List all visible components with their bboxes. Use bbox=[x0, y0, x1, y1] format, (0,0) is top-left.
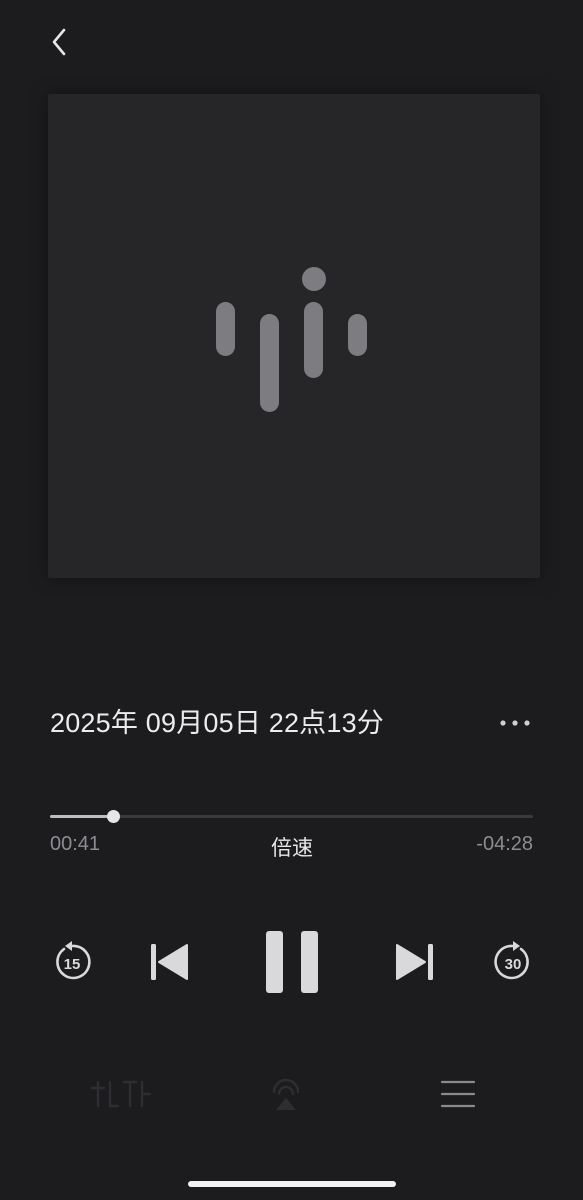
skip-forward-30-icon: 30 bbox=[494, 941, 529, 980]
skip-next-icon bbox=[396, 944, 433, 980]
svg-text:15: 15 bbox=[64, 956, 81, 973]
playback-speed-button[interactable]: 倍速 bbox=[242, 832, 342, 862]
skip-forward-button[interactable]: 30 bbox=[490, 939, 536, 985]
queue-list-icon bbox=[440, 1080, 476, 1108]
more-options-button[interactable] bbox=[495, 706, 535, 740]
podcast-waveform-icon bbox=[216, 267, 367, 412]
skip-back-button[interactable]: 15 bbox=[49, 939, 95, 985]
previous-button[interactable] bbox=[144, 937, 194, 987]
remaining-time: -04:28 bbox=[476, 833, 533, 855]
progress-knob[interactable] bbox=[106, 810, 120, 823]
progress-fill bbox=[50, 815, 113, 818]
chevron-left-icon bbox=[52, 28, 66, 56]
back-button[interactable] bbox=[40, 22, 80, 62]
skip-back-15-icon: 15 bbox=[56, 941, 91, 980]
svg-text:30: 30 bbox=[505, 956, 522, 973]
next-button[interactable] bbox=[390, 937, 440, 987]
ellipsis-icon bbox=[500, 720, 530, 726]
episode-title: 2025年 09月05日 22点13分 bbox=[50, 708, 384, 738]
home-indicator[interactable] bbox=[188, 1181, 396, 1187]
airplay-button[interactable] bbox=[264, 1074, 308, 1114]
airplay-icon bbox=[272, 1078, 300, 1110]
pause-icon bbox=[266, 931, 318, 993]
progress-bar[interactable] bbox=[50, 810, 533, 823]
skip-previous-icon bbox=[151, 944, 188, 980]
lyrics-icon bbox=[90, 1080, 152, 1108]
lyrics-button[interactable] bbox=[88, 1074, 154, 1114]
pause-button[interactable] bbox=[258, 925, 326, 999]
elapsed-time: 00:41 bbox=[50, 833, 101, 855]
queue-button[interactable] bbox=[434, 1076, 482, 1112]
